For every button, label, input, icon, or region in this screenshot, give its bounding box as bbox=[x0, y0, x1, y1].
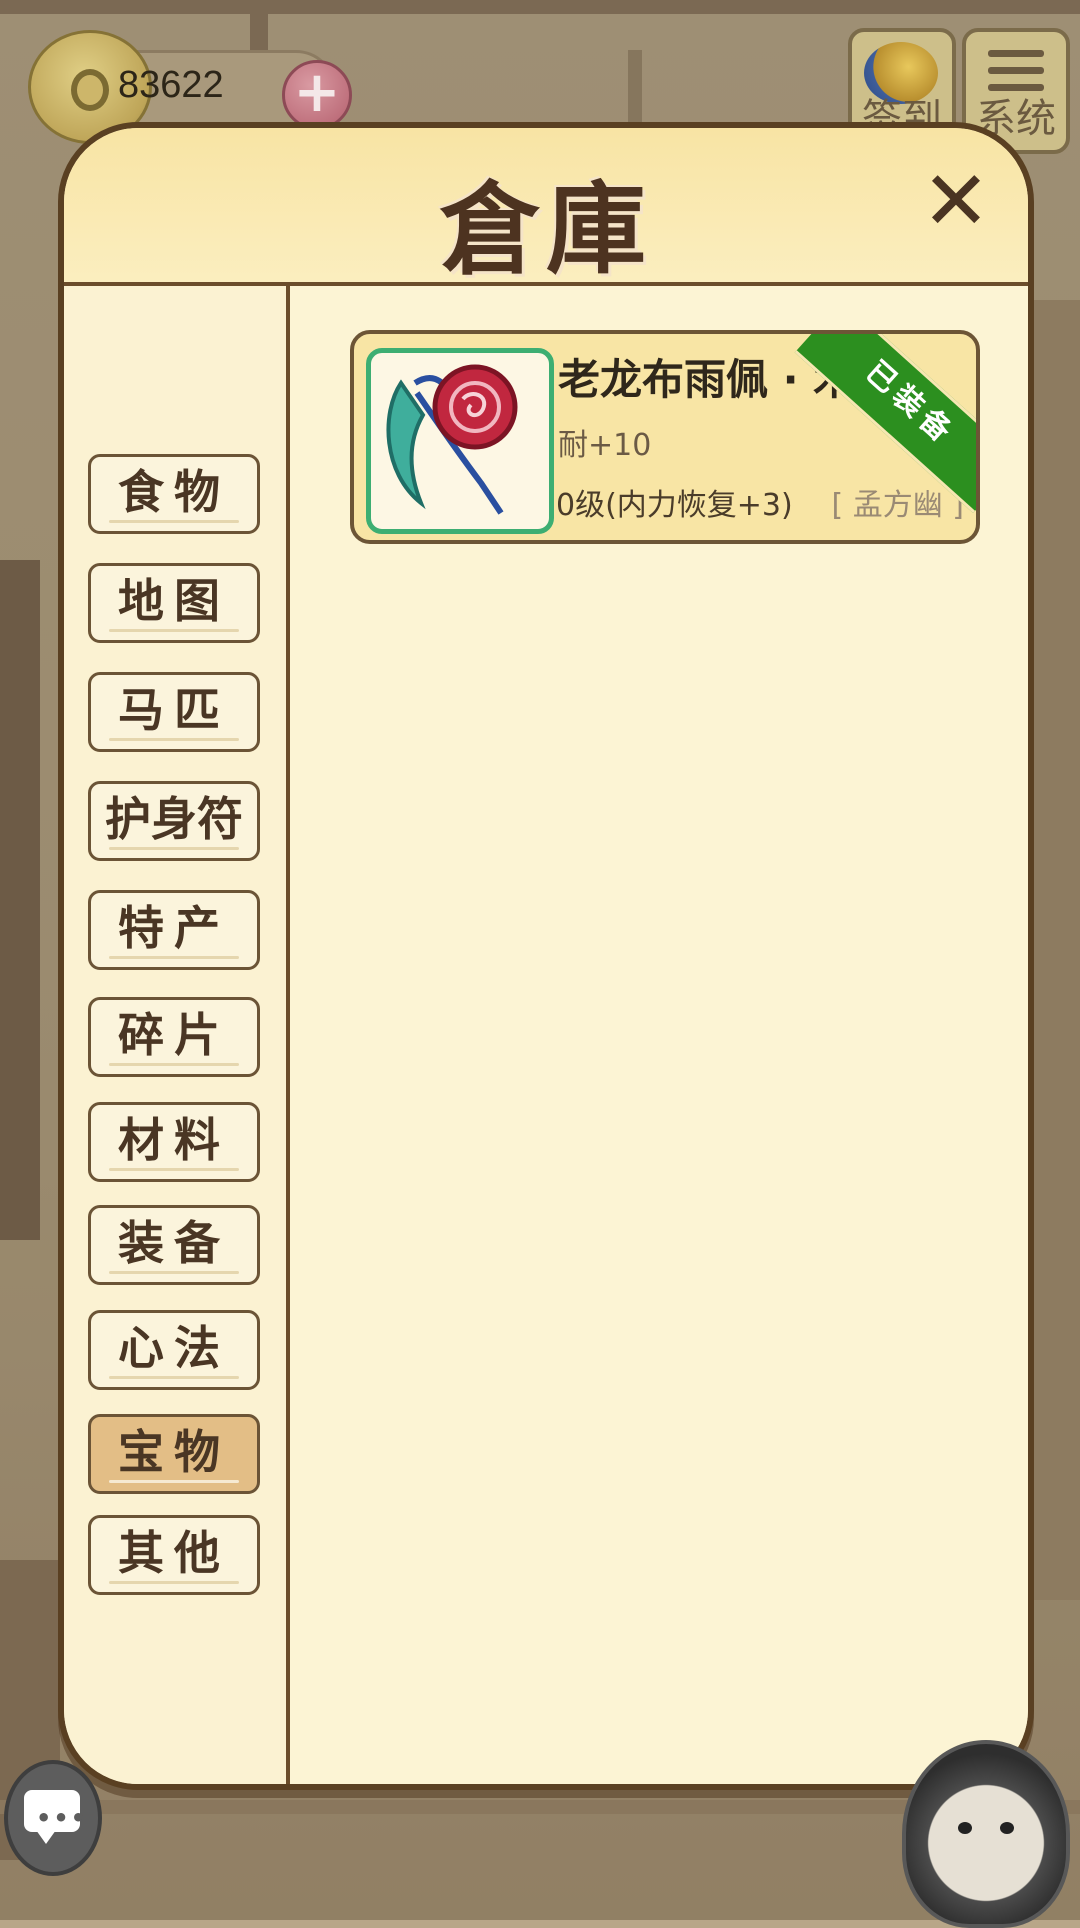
character-avatar[interactable] bbox=[902, 1740, 1070, 1928]
close-button[interactable]: ✕ bbox=[920, 161, 992, 243]
add-coins-button[interactable]: + bbox=[282, 60, 352, 130]
tab-food[interactable]: 食物 bbox=[88, 454, 260, 534]
chat-button[interactable]: ••• bbox=[4, 1760, 102, 1876]
tab-fragments[interactable]: 碎片 bbox=[88, 997, 260, 1077]
item-stat: 耐+10 bbox=[558, 428, 652, 463]
avatar-eye bbox=[1000, 1822, 1014, 1834]
tab-map[interactable]: 地图 bbox=[88, 563, 260, 643]
tab-treasures[interactable]: 宝物 bbox=[88, 1414, 260, 1494]
tab-methods[interactable]: 心法 bbox=[88, 1310, 260, 1390]
item-list-area: 老龙布雨佩 · 木 耐+10 0级(内力恢复+3) [ 孟方幽 ] 已装备 bbox=[290, 286, 1028, 1784]
tab-specialty[interactable]: 特产 bbox=[88, 890, 260, 970]
tab-amulets[interactable]: 护身符 bbox=[88, 781, 260, 861]
chat-dots-icon: ••• bbox=[36, 1804, 89, 1832]
avatar-eye bbox=[958, 1822, 972, 1834]
warehouse-panel: 倉庫 ✕ 食物 地图 马匹 护身符 特产 碎片 材料 装备 心法 宝物 其他 老… bbox=[58, 122, 1034, 1790]
panel-header: 倉庫 ✕ bbox=[64, 128, 1028, 288]
tab-materials[interactable]: 材料 bbox=[88, 1102, 260, 1182]
tab-equipment[interactable]: 装备 bbox=[88, 1205, 260, 1285]
tab-horses[interactable]: 马匹 bbox=[88, 672, 260, 752]
panel-title: 倉庫 bbox=[440, 170, 652, 288]
category-sidebar: 食物 地图 马匹 护身符 特产 碎片 材料 装备 心法 宝物 其他 bbox=[64, 286, 290, 1784]
tab-others[interactable]: 其他 bbox=[88, 1515, 260, 1595]
item-effect: 0级(内力恢复+3) bbox=[556, 488, 793, 523]
jade-pendant-icon bbox=[366, 348, 554, 534]
coin-count: 83622 bbox=[118, 64, 224, 106]
item-card[interactable]: 老龙布雨佩 · 木 耐+10 0级(内力恢复+3) [ 孟方幽 ] 已装备 bbox=[350, 330, 980, 544]
